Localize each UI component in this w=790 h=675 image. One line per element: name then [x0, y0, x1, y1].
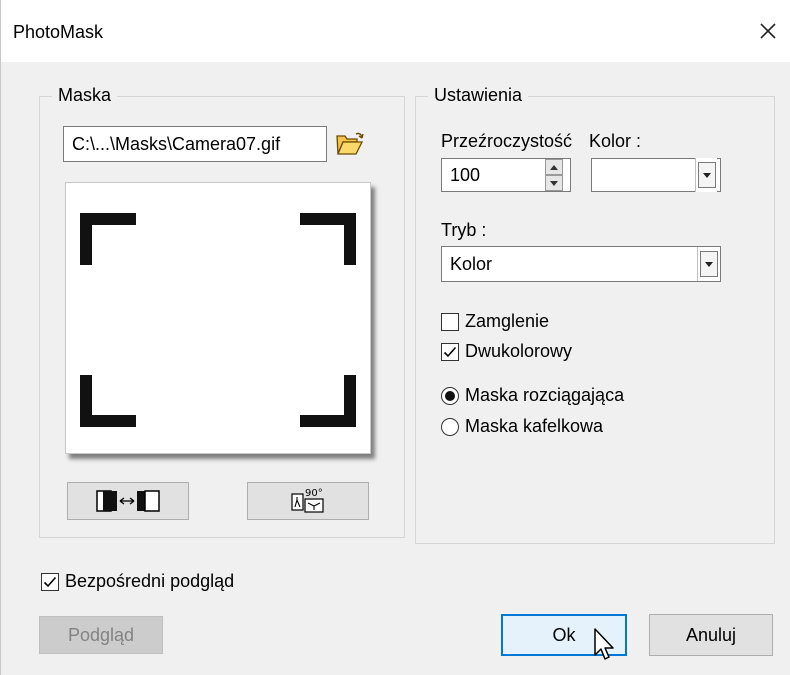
flip-horizontal-icon	[96, 490, 160, 512]
fog-checkbox[interactable]	[441, 313, 459, 331]
tile-mask-radio[interactable]	[441, 418, 459, 436]
checkmark-icon	[443, 346, 457, 358]
tile-mask-label: Maska kafelkowa	[465, 416, 604, 436]
mouse-cursor-icon	[594, 628, 614, 660]
spin-down-icon[interactable]	[545, 175, 563, 191]
ok-button-label: Ok	[552, 624, 576, 645]
svg-text:90°: 90°	[305, 488, 323, 499]
mode-dropdown-button[interactable]	[697, 247, 719, 281]
chevron-down-icon	[702, 172, 711, 178]
color-dropdown-button[interactable]	[695, 158, 717, 192]
rotate-90-icon: 90°	[291, 488, 324, 513]
direct-preview-label: Bezpośredni podgląd	[65, 571, 235, 591]
browse-button[interactable]	[335, 130, 365, 158]
preview-button-label: Podgląd	[67, 624, 135, 645]
preview-button[interactable]: Podgląd	[39, 616, 163, 654]
chevron-down-icon	[704, 261, 713, 267]
transparency-label: Przeźroczystość	[441, 131, 573, 151]
mode-label: Tryb :	[441, 220, 487, 240]
photomask-dialog: PhotoMask Maska C:\...\Masks\Camera07.gi…	[0, 0, 790, 675]
frame-corner	[344, 213, 356, 265]
stretch-mask-label: Maska rozciągająca	[465, 385, 625, 405]
close-button[interactable]	[753, 16, 783, 46]
mask-file-field[interactable]: C:\...\Masks\Camera07.gif	[63, 126, 327, 162]
radio-selected-dot	[445, 391, 455, 401]
spin-up-icon[interactable]	[545, 159, 563, 175]
mask-group-label: Maska	[52, 85, 118, 106]
close-icon	[760, 23, 776, 39]
stretch-mask-radio[interactable]	[441, 387, 459, 405]
settings-group-label: Ustawienia	[428, 85, 529, 106]
frame-corner	[344, 375, 356, 427]
checkmark-icon	[43, 576, 57, 588]
mode-value: Kolor	[450, 253, 493, 274]
window-title: PhotoMask	[13, 22, 104, 42]
fog-label: Zamglenie	[465, 311, 550, 331]
cancel-button[interactable]: Anuluj	[649, 614, 773, 656]
transparency-value: 100	[450, 164, 481, 185]
direct-preview-checkbox[interactable]	[41, 573, 59, 591]
folder-open-icon	[336, 132, 364, 155]
color-label: Kolor :	[589, 131, 642, 151]
mode-select[interactable]: Kolor	[441, 246, 721, 282]
mask-preview	[65, 182, 371, 454]
title-bar: PhotoMask	[1, 0, 790, 62]
flip-button[interactable]	[67, 482, 189, 520]
frame-corner	[80, 375, 92, 427]
frame-corner	[80, 213, 92, 265]
cancel-button-label: Anuluj	[685, 624, 737, 645]
transparency-spinner[interactable]	[545, 159, 563, 191]
two-color-checkbox[interactable]	[441, 343, 459, 361]
rotate-button[interactable]: 90°	[247, 482, 369, 520]
mask-file-path: C:\...\Masks\Camera07.gif	[72, 133, 281, 154]
two-color-label: Dwukolorowy	[465, 341, 573, 361]
